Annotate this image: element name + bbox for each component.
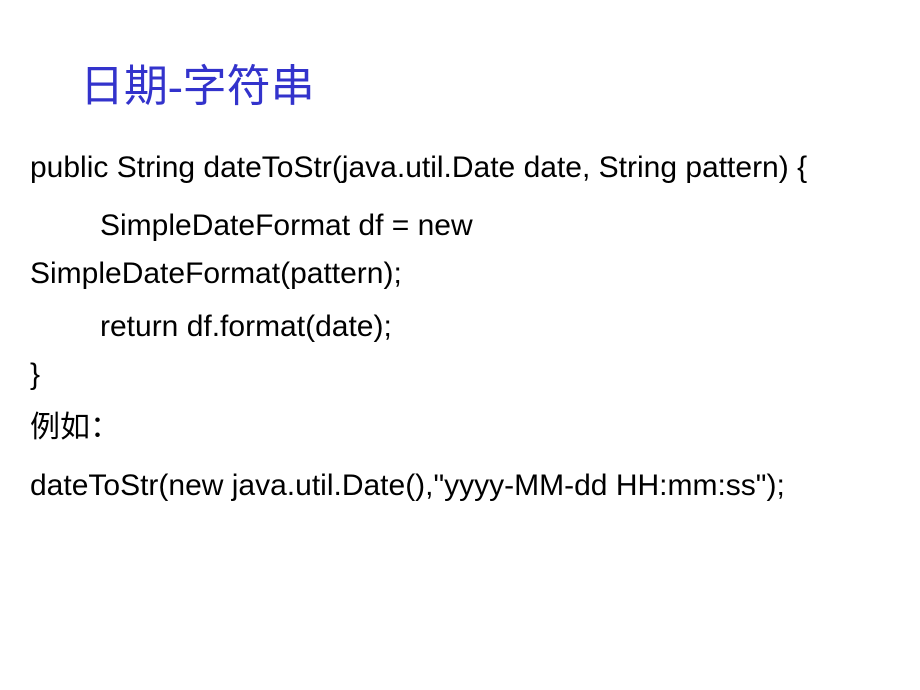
slide-container: 日期-字符串 public String dateToStr(java.util… (0, 0, 920, 690)
slide-content: public String dateToStr(java.util.Date d… (30, 144, 890, 510)
code-sdf-pattern: SimpleDateFormat(pattern); (30, 250, 890, 298)
slide-title: 日期-字符串 (80, 50, 890, 114)
code-method-signature: public String dateToStr(java.util.Date d… (30, 144, 890, 192)
code-close-brace: } (30, 351, 890, 399)
example-code: dateToStr(new java.util.Date(),"yyyy-MM-… (30, 462, 890, 510)
code-block-1: SimpleDateFormat df = new SimpleDateForm… (30, 202, 890, 298)
example-label: 例如： (30, 404, 890, 452)
code-sdf-new: SimpleDateFormat df = new (30, 202, 890, 250)
code-return: return df.format(date); (30, 303, 890, 351)
